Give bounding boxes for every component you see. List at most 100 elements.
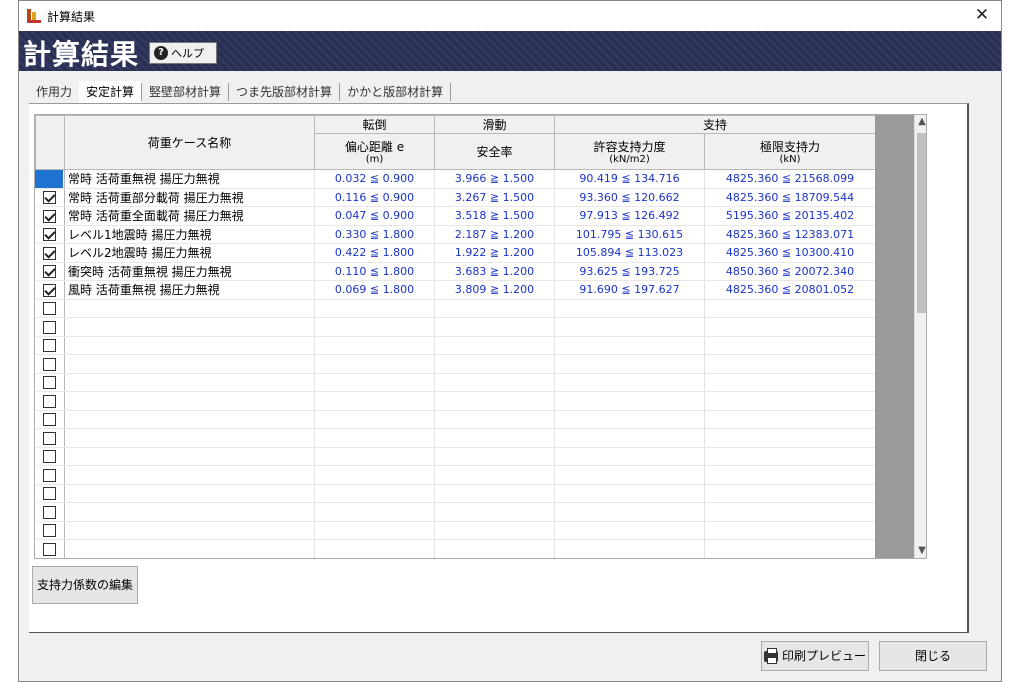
tab-toe[interactable]: つま先版部材計算 [229,81,339,103]
table-row[interactable] [35,317,876,337]
table-row[interactable] [35,484,876,503]
table-row[interactable]: 風時 活荷重無視 揚圧力無視 0.069 ≦ 1.800 3.809 ≧ 1.200… [35,280,876,300]
empty-cell [704,521,876,540]
table-row[interactable] [35,465,876,485]
table-row[interactable] [35,539,876,558]
cell-sf: 3.518 ≧ 1.500 [434,206,555,226]
checkbox-icon[interactable] [43,505,57,519]
table-row[interactable] [35,336,876,355]
checkbox-icon[interactable] [43,209,57,223]
checkbox-icon[interactable] [43,413,57,427]
row-checkbox[interactable] [35,391,65,411]
row-checkbox[interactable] [35,280,65,300]
table-row[interactable] [35,428,876,448]
scroll-thumb[interactable] [917,133,926,313]
row-checkbox[interactable] [35,243,65,263]
table-row[interactable] [35,521,876,540]
checkbox-icon[interactable] [43,487,57,501]
table-row[interactable]: 常時 活荷重無視 揚圧力無視 0.032 ≦ 0.900 3.966 ≧ 1.500… [35,169,876,189]
checkbox-icon[interactable] [43,468,57,482]
row-checkbox[interactable] [35,521,65,540]
row-checkbox[interactable] [35,225,65,244]
row-checkbox[interactable] [35,447,65,466]
row-checkbox[interactable] [35,354,65,374]
checkbox-icon[interactable] [43,228,57,242]
checkbox-icon[interactable] [43,246,57,260]
vertical-scrollbar[interactable]: ▲ ▼ [914,115,926,558]
row-checkbox[interactable] [35,410,65,429]
header-allow[interactable]: 許容支持力度 (kN/m2) [554,133,705,170]
row-checkbox[interactable] [35,373,65,392]
row-checkbox[interactable] [35,206,65,226]
checkbox-icon[interactable] [43,320,57,334]
checkbox-icon[interactable] [43,265,57,279]
table-row[interactable] [35,410,876,429]
scroll-up-icon[interactable]: ▲ [915,115,926,129]
header-name[interactable]: 荷重ケース名称 [64,115,315,170]
cell-sf: 3.267 ≧ 1.500 [434,188,555,207]
row-checkbox[interactable] [35,299,65,318]
app-icon [27,9,41,23]
print-preview-button[interactable]: 印刷プレビュー [761,641,869,671]
empty-cell [434,447,555,466]
row-checkbox[interactable] [35,188,65,207]
checkbox-icon[interactable] [43,302,57,316]
header-slide: 滑動 [434,115,555,134]
table-row[interactable]: 常時 活荷重部分載荷 揚圧力無視 0.116 ≦ 0.900 3.267 ≧ 1.5… [35,188,876,207]
empty-cell [434,299,555,318]
row-checkbox[interactable] [35,317,65,337]
table-row[interactable] [35,354,876,374]
tab-wall[interactable]: 竪壁部材計算 [142,81,228,103]
empty-cell [64,539,315,558]
row-checkbox[interactable] [35,502,65,522]
table-row[interactable] [35,299,876,318]
table-row[interactable]: レベル2地震時 揚圧力無視 0.422 ≦ 1.800 1.922 ≧ 1.200 1… [35,243,876,263]
row-checkbox[interactable] [35,428,65,448]
tab-heel[interactable]: かかと版部材計算 [340,81,450,103]
checkbox-icon[interactable] [43,524,57,538]
header-eccentric[interactable]: 偏心距離 e (m) [314,133,435,170]
row-checkbox[interactable] [35,336,65,355]
checkbox-icon[interactable] [43,394,57,408]
empty-cell [554,539,705,558]
printer-icon [763,648,778,664]
checkbox-icon[interactable] [43,339,57,353]
checkbox-icon[interactable] [43,191,57,205]
row-checkbox[interactable] [35,539,65,558]
table-row[interactable]: 常時 活荷重全面載荷 揚圧力無視 0.047 ≦ 0.900 3.518 ≧ 1.5… [35,206,876,226]
header-safety[interactable]: 安全率 [434,133,555,170]
table-row[interactable] [35,502,876,522]
cell-sf: 1.922 ≧ 1.200 [434,243,555,263]
checkbox-icon[interactable] [43,542,57,556]
results-grid[interactable]: 荷重ケース名称 転倒 滑動 支持 偏心距離 e (m) 安全率 許容支持力度 (kN… [34,114,927,559]
table-row[interactable]: 衝突時 活荷重無視 揚圧力無視 0.110 ≦ 1.800 3.683 ≧ 1.20… [35,262,876,281]
page-title: 計算結果 [23,38,140,71]
row-checkbox[interactable] [35,484,65,503]
tab-stability[interactable]: 安定計算 [79,81,142,103]
checkbox-icon[interactable] [43,431,57,445]
tab-force[interactable]: 作用力 [29,81,79,103]
checkbox-icon[interactable] [43,376,57,390]
table-row[interactable] [35,373,876,392]
checkbox-icon[interactable] [43,283,57,297]
empty-cell [314,521,435,540]
cell-qu: 5195.360 ≦ 20135.402 [704,206,876,226]
checkbox-icon[interactable] [43,357,57,371]
window-close-icon[interactable]: ✕ [971,4,993,26]
table-row[interactable]: レベル1地震時 揚圧力無視 0.330 ≦ 1.800 2.187 ≧ 1.200 1… [35,225,876,244]
help-button[interactable]: ? ヘルプ [149,42,217,64]
edit-coefficient-button[interactable]: 支持力係数の編集 [32,566,138,604]
checkbox-icon[interactable] [43,450,57,464]
table-row[interactable] [35,391,876,411]
empty-cell [554,447,705,466]
close-button[interactable]: 閉じる [879,641,987,671]
row-checkbox[interactable] [35,465,65,485]
header-support: 支持 [554,115,876,134]
table-row[interactable] [35,447,876,466]
scroll-down-icon[interactable]: ▼ [915,544,926,558]
empty-cell [554,465,705,485]
header-ultimate[interactable]: 極限支持力 (kN) [704,133,876,170]
empty-cell [554,336,705,355]
row-checkbox[interactable] [35,262,65,281]
empty-cell [434,317,555,337]
